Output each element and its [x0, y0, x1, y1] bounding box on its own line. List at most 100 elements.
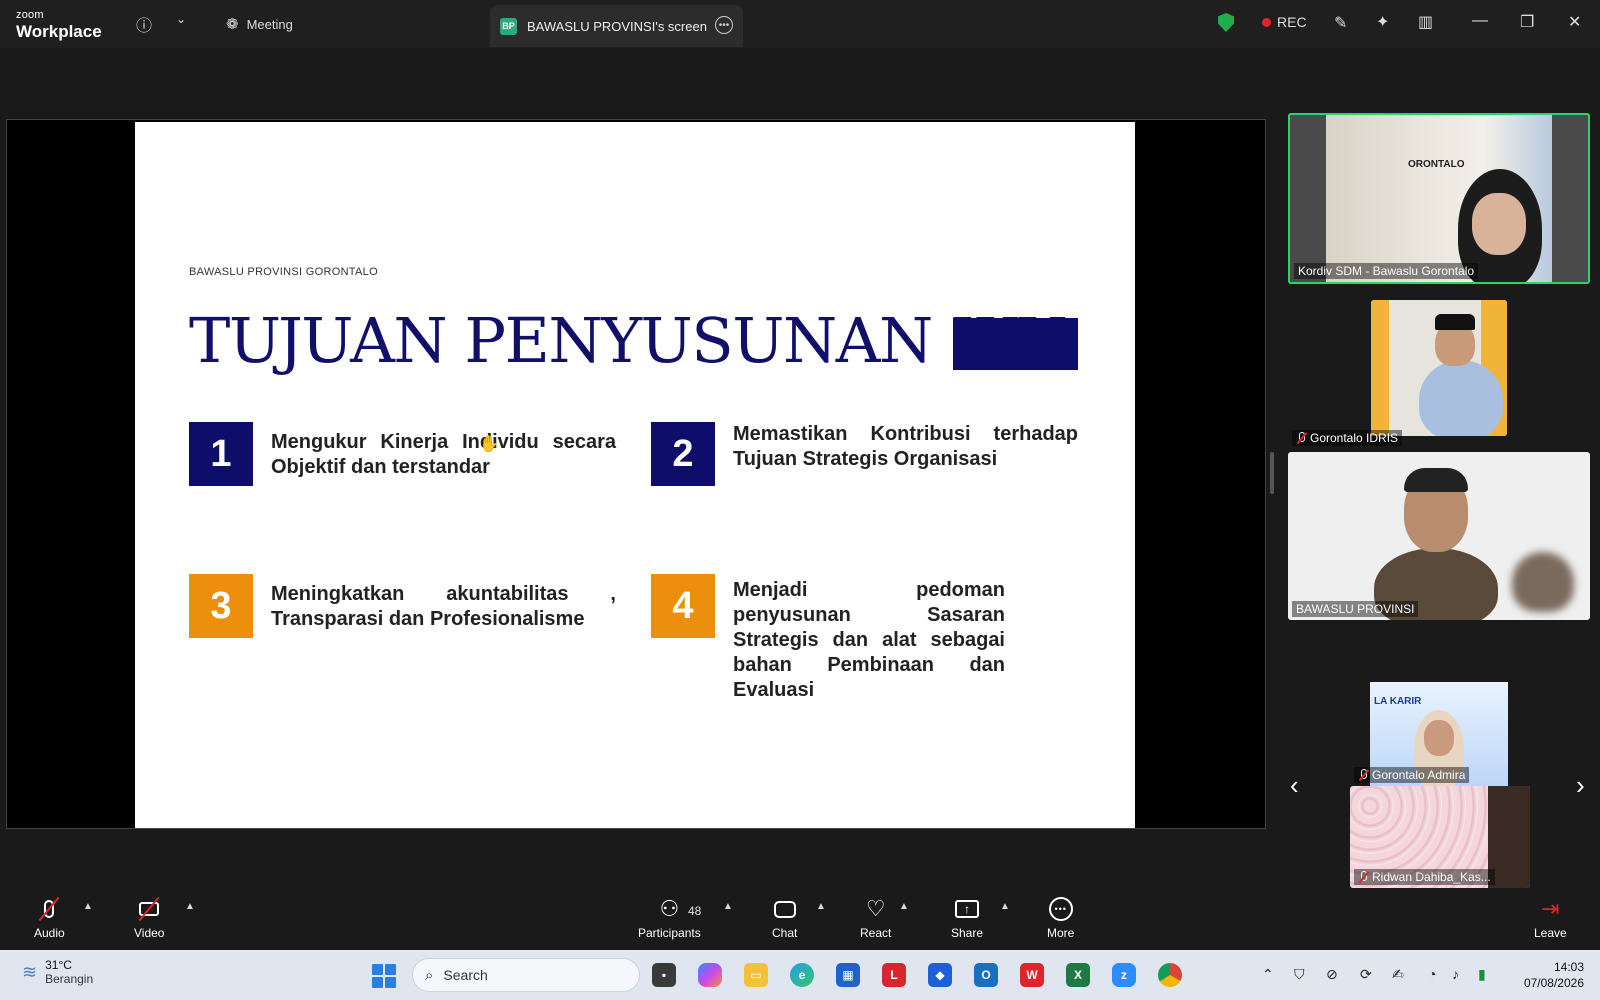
battery-icon[interactable]: ▮ — [1478, 966, 1486, 983]
annotate-pen-icon[interactable]: ✎ — [1334, 13, 1347, 33]
share-screen-icon: ↑ — [955, 896, 980, 922]
encryption-shield-icon[interactable] — [1218, 13, 1234, 32]
recording-indicator[interactable]: REC — [1262, 14, 1307, 30]
react-button[interactable]: ♡ React — [860, 896, 891, 940]
taskbar-clock[interactable]: 14:03 07/08/2026 — [1524, 959, 1584, 991]
chat-options-caret-icon[interactable]: ▲ — [816, 901, 826, 912]
participants-button[interactable]: ⚇ Participants — [638, 896, 701, 940]
taskbar-search[interactable]: ⌕ Search — [412, 958, 640, 992]
more-dots-icon: ••• — [1048, 896, 1073, 922]
view-layout-icon[interactable]: ▥ — [1418, 12, 1433, 32]
participant-name: BAWASLU PROVINSI — [1296, 602, 1415, 616]
logo-bottom-text: Workplace — [16, 22, 102, 41]
share-label: Share — [951, 926, 984, 940]
presentation-slide: BAWASLU PROVINSI GORONTALO TUJUAN PENYUS… — [135, 122, 1135, 828]
file-explorer-icon[interactable]: ▭ — [744, 963, 768, 987]
item-text-1: Mengukur Kinerja Individu secara Objekti… — [271, 431, 616, 478]
item-number-1: 1 — [189, 422, 253, 486]
leave-button[interactable]: ⇥ Leave — [1534, 896, 1567, 940]
meeting-label: Meeting — [246, 16, 293, 32]
participants-label: Participants — [638, 926, 701, 940]
participant-cap — [1435, 314, 1475, 330]
windows-taskbar: ≋ 31°C Berangin ⌕ Search ▪ ▭ e ▦ L ◆ O W… — [0, 950, 1600, 1000]
shared-screen-tab[interactable]: BP BAWASLU PROVINSI's screen ••• — [490, 5, 743, 47]
weather-widget[interactable]: ≋ 31°C Berangin — [22, 958, 93, 986]
more-button[interactable]: ••• More — [1047, 896, 1074, 940]
video-options-caret-icon[interactable]: ▲ — [185, 901, 195, 912]
close-icon[interactable]: ✕ — [1568, 12, 1581, 32]
participant-name-label: Ridwan Dahiba_Kas... — [1354, 869, 1495, 885]
wifi-icon[interactable]: ◔ — [1428, 966, 1436, 982]
meeting-toolbar: Audio ▲ Video ▲ ⚇ Participants 48 ▲ Chat… — [0, 888, 1600, 950]
participant-tile[interactable] — [1371, 300, 1507, 436]
tray-overflow-chevron-icon[interactable]: ⌃ — [1262, 966, 1274, 983]
wind-weather-icon: ≋ — [22, 961, 38, 982]
chat-label: Chat — [772, 926, 798, 940]
chat-button[interactable]: Chat — [772, 896, 797, 940]
panel-resize-handle[interactable] — [1270, 452, 1274, 494]
weather-temp: 31°C — [45, 958, 72, 972]
edge-browser-icon[interactable]: e — [790, 963, 814, 987]
task-view-icon[interactable]: ▪ — [652, 963, 676, 987]
chevron-down-icon[interactable]: ⌄ — [176, 12, 186, 26]
participant-tile[interactable]: BAWASLU PROVINSI — [1288, 452, 1590, 620]
participant-tile[interactable]: Ridwan Dahiba_Kas... — [1350, 786, 1530, 888]
video-button[interactable]: Video — [134, 896, 164, 940]
mic-muted-icon — [1296, 432, 1306, 444]
ai-sparkle-icon[interactable]: ✦ — [1376, 12, 1389, 32]
heart-icon: ♡ — [865, 896, 886, 921]
item-number-3: 3 — [189, 574, 253, 638]
next-page-arrow-icon[interactable]: › — [1576, 770, 1585, 801]
chrome-icon[interactable] — [1158, 963, 1182, 987]
clock-date: 07/08/2026 — [1523, 976, 1584, 990]
mic-muted-icon — [1358, 871, 1368, 883]
excel-icon[interactable]: X — [1066, 963, 1090, 987]
participant-tile[interactable]: LA KARIR Gorontalo Admira — [1350, 682, 1530, 786]
participant-name-label: BAWASLU PROVINSI — [1292, 601, 1419, 617]
audio-label: Audio — [34, 926, 65, 940]
outlook-icon[interactable]: O — [974, 963, 998, 987]
item-text-2: Memastikan Kontribusi terhadap Tujuan St… — [733, 423, 1078, 470]
shared-screen-label: BAWASLU PROVINSI's screen — [527, 18, 707, 34]
participant-tile-active[interactable]: ORONTALO Kordiv SDM - Bawaslu Gorontalo — [1288, 113, 1590, 284]
share-button[interactable]: ↑ Share — [951, 896, 983, 940]
tray-app-icon[interactable]: ⛉ — [1294, 966, 1305, 983]
logo-top-text: zoom — [16, 9, 44, 21]
blurred-background — [1512, 552, 1574, 612]
participant-figure — [1419, 360, 1503, 436]
tray-refresh-icon[interactable]: ⟳ — [1360, 966, 1372, 983]
share-options-caret-icon[interactable]: ▲ — [1000, 901, 1010, 912]
dropbox-icon[interactable]: ◆ — [928, 963, 952, 987]
windows-start-icon[interactable] — [372, 964, 396, 988]
audio-options-caret-icon[interactable]: ▲ — [83, 901, 93, 912]
prev-page-arrow-icon[interactable]: ‹ — [1290, 770, 1299, 801]
participant-name: Ridwan Dahiba_Kas... — [1372, 870, 1491, 884]
participant-face — [1424, 720, 1454, 756]
l-app-icon[interactable]: L — [882, 963, 906, 987]
wps-office-icon[interactable]: W — [1020, 963, 1044, 987]
more-options-icon[interactable]: ••• — [715, 16, 733, 34]
restore-icon[interactable]: ❐ — [1520, 12, 1534, 32]
video-feed — [1371, 300, 1389, 436]
info-icon[interactable]: ⓘ — [136, 12, 152, 36]
react-options-caret-icon[interactable]: ▲ — [899, 901, 909, 912]
participants-options-caret-icon[interactable]: ▲ — [723, 901, 733, 912]
shared-screen-area: BAWASLU PROVINSI GORONTALO TUJUAN PENYUS… — [6, 119, 1266, 829]
copilot-icon[interactable] — [698, 963, 722, 987]
decorative-rect — [953, 318, 1078, 370]
share-source-badge: BP — [500, 17, 517, 35]
rec-dot-icon — [1262, 17, 1271, 27]
store-icon[interactable]: ▦ — [836, 963, 860, 987]
minimize-icon[interactable]: — — [1472, 12, 1488, 30]
zoom-logo: zoom Workplace — [16, 9, 102, 41]
audio-button[interactable]: Audio — [34, 896, 65, 940]
tray-pen-icon[interactable]: ✍ — [1392, 966, 1404, 983]
volume-icon[interactable]: ♪ — [1452, 966, 1459, 982]
meeting-tab[interactable]: ❁ Meeting — [226, 15, 293, 33]
clock-time: 14:03 — [1553, 960, 1584, 974]
search-placeholder: Search — [443, 967, 488, 983]
participant-name: Gorontalo IDRIS — [1310, 431, 1399, 445]
tray-sync-off-icon[interactable]: ⊘ — [1326, 966, 1338, 983]
zoom-app-icon[interactable]: z — [1112, 963, 1136, 987]
hand-cursor-icon: ✋ — [479, 436, 499, 453]
